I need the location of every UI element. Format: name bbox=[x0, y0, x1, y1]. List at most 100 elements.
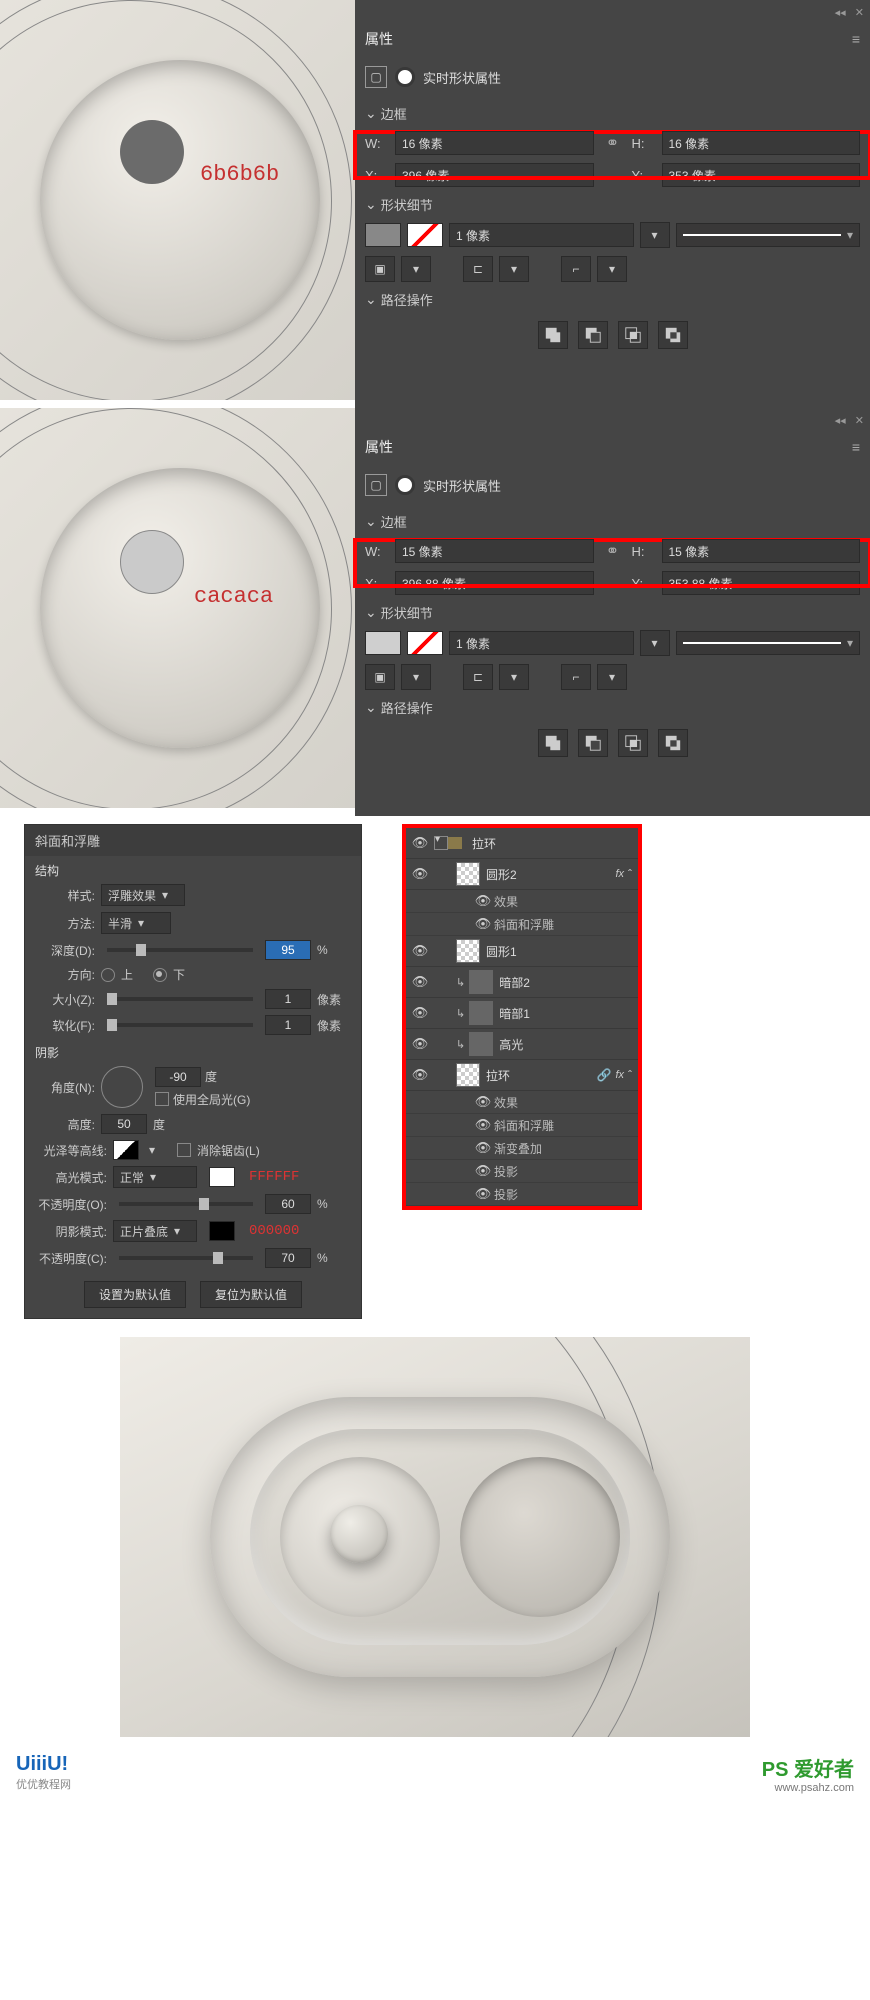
depth-slider[interactable] bbox=[107, 948, 253, 952]
mask-icon[interactable] bbox=[395, 475, 415, 495]
visibility-icon[interactable] bbox=[472, 893, 494, 909]
layer-name[interactable]: 圆形2 bbox=[480, 866, 615, 883]
align-stroke-icon[interactable]: ▣ bbox=[365, 256, 395, 282]
section-path-ops[interactable]: 路径操作 bbox=[365, 290, 860, 309]
stroke-swatch[interactable] bbox=[407, 631, 443, 655]
link-wh-icon[interactable]: ⚭ bbox=[600, 133, 626, 153]
visibility-icon[interactable] bbox=[406, 835, 434, 851]
link-wh-icon[interactable]: ⚭ bbox=[600, 541, 626, 561]
height-field[interactable]: 16 像素 bbox=[662, 131, 861, 155]
align-stroke-dd[interactable]: ▾ bbox=[401, 256, 431, 282]
layer-thumb[interactable] bbox=[469, 1032, 493, 1056]
layer-name[interactable]: 拉环 bbox=[480, 1067, 596, 1084]
style-select[interactable]: 浮雕效果▾ bbox=[101, 884, 185, 906]
highlight-opacity-slider[interactable] bbox=[119, 1202, 253, 1206]
effect-item[interactable]: 斜面和浮雕 bbox=[406, 913, 638, 936]
effects-row[interactable]: 效果 bbox=[406, 1091, 638, 1114]
visibility-icon[interactable] bbox=[406, 1036, 434, 1052]
global-light-checkbox[interactable] bbox=[155, 1092, 169, 1106]
align-stroke-icon[interactable]: ▣ bbox=[365, 664, 395, 690]
align-stroke-dd[interactable]: ▾ bbox=[401, 664, 431, 690]
layer-row[interactable]: 圆形1 bbox=[406, 936, 638, 967]
layer-thumb[interactable] bbox=[469, 970, 493, 994]
cap-icon[interactable]: ⊏ bbox=[463, 256, 493, 282]
shape-tool-icon[interactable]: ▢ bbox=[365, 474, 387, 496]
fill-swatch[interactable] bbox=[365, 631, 401, 655]
highlight-mode-select[interactable]: 正常▾ bbox=[113, 1166, 197, 1188]
cap-icon[interactable]: ⊏ bbox=[463, 664, 493, 690]
section-bounding-box[interactable]: 边框 bbox=[365, 104, 860, 123]
cap-dd[interactable]: ▾ bbox=[499, 664, 529, 690]
visibility-icon[interactable] bbox=[406, 1067, 434, 1083]
fx-badge[interactable]: fx bbox=[615, 1069, 628, 1081]
stroke-width-dropdown[interactable]: ▾ bbox=[640, 630, 670, 656]
layer-thumb[interactable] bbox=[456, 939, 480, 963]
effect-item[interactable]: 渐变叠加 bbox=[406, 1137, 638, 1160]
join-dd[interactable]: ▾ bbox=[597, 664, 627, 690]
dir-up-radio[interactable] bbox=[101, 968, 115, 982]
highlight-color-swatch[interactable] bbox=[209, 1167, 235, 1187]
mask-icon[interactable] bbox=[395, 67, 415, 87]
layer-thumb[interactable] bbox=[456, 1063, 480, 1087]
shape-tool-icon[interactable]: ▢ bbox=[365, 66, 387, 88]
visibility-icon[interactable] bbox=[472, 1094, 494, 1110]
soften-field[interactable]: 1 bbox=[265, 1015, 311, 1035]
shadow-mode-select[interactable]: 正片叠底▾ bbox=[113, 1220, 197, 1242]
layer-name[interactable]: 暗部2 bbox=[493, 974, 632, 991]
reset-default-button[interactable]: 复位为默认值 bbox=[200, 1281, 302, 1308]
collapse-arrows-icon[interactable]: ◂◂ ✕ bbox=[835, 6, 864, 19]
fill-swatch[interactable] bbox=[365, 223, 401, 247]
dir-down-radio[interactable] bbox=[153, 968, 167, 982]
layer-name[interactable]: 高光 bbox=[493, 1036, 632, 1053]
path-subtract-icon[interactable] bbox=[578, 321, 608, 349]
stroke-swatch[interactable] bbox=[407, 223, 443, 247]
path-unite-icon[interactable] bbox=[538, 321, 568, 349]
width-field[interactable]: 15 像素 bbox=[395, 539, 594, 563]
stroke-width-field[interactable]: 1 像素 bbox=[449, 631, 634, 655]
layer-row[interactable]: ↳高光 bbox=[406, 1029, 638, 1060]
stroke-width-dropdown[interactable]: ▾ bbox=[640, 222, 670, 248]
shadow-color-swatch[interactable] bbox=[209, 1221, 235, 1241]
visibility-icon[interactable] bbox=[472, 1140, 494, 1156]
join-icon[interactable]: ⌐ bbox=[561, 256, 591, 282]
visibility-icon[interactable] bbox=[472, 1186, 494, 1202]
visibility-icon[interactable] bbox=[406, 866, 434, 882]
stroke-style-select[interactable]: ▾ bbox=[676, 631, 861, 655]
panel-menu-icon[interactable]: ≡ bbox=[852, 439, 860, 455]
soften-slider[interactable] bbox=[107, 1023, 253, 1027]
layer-row[interactable]: ↳暗部2 bbox=[406, 967, 638, 998]
altitude-field[interactable]: 50 bbox=[101, 1114, 147, 1134]
link-icon[interactable]: 🔗 bbox=[596, 1068, 611, 1082]
width-field[interactable]: 16 像素 bbox=[395, 131, 594, 155]
panel-menu-icon[interactable]: ≡ bbox=[852, 31, 860, 47]
layer-name[interactable]: 圆形1 bbox=[480, 943, 632, 960]
join-icon[interactable]: ⌐ bbox=[561, 664, 591, 690]
layer-name[interactable]: 拉环 bbox=[466, 835, 632, 852]
effect-item[interactable]: 斜面和浮雕 bbox=[406, 1114, 638, 1137]
visibility-icon[interactable] bbox=[472, 1117, 494, 1133]
effect-item[interactable]: 投影 bbox=[406, 1160, 638, 1183]
stroke-style-select[interactable]: ▾ bbox=[676, 223, 861, 247]
layer-group-row[interactable]: 拉环 bbox=[406, 828, 638, 859]
layer-thumb[interactable] bbox=[456, 862, 480, 886]
folder-collapse-icon[interactable] bbox=[434, 836, 448, 850]
path-exclude-icon[interactable] bbox=[658, 321, 688, 349]
layer-thumb[interactable] bbox=[469, 1001, 493, 1025]
visibility-icon[interactable] bbox=[406, 1005, 434, 1021]
layer-row[interactable]: 圆形2 fxˆ bbox=[406, 859, 638, 890]
method-select[interactable]: 半滑▾ bbox=[101, 912, 171, 934]
set-default-button[interactable]: 设置为默认值 bbox=[84, 1281, 186, 1308]
shadow-opacity-field[interactable]: 70 bbox=[265, 1248, 311, 1268]
section-path-ops[interactable]: 路径操作 bbox=[365, 698, 860, 717]
visibility-icon[interactable] bbox=[472, 1163, 494, 1179]
layer-name[interactable]: 暗部1 bbox=[493, 1005, 632, 1022]
size-slider[interactable] bbox=[107, 997, 253, 1001]
highlight-opacity-field[interactable]: 60 bbox=[265, 1194, 311, 1214]
antialias-checkbox[interactable] bbox=[177, 1143, 191, 1157]
path-intersect-icon[interactable] bbox=[618, 729, 648, 757]
shadow-opacity-slider[interactable] bbox=[119, 1256, 253, 1260]
layer-row[interactable]: 拉环🔗fxˆ bbox=[406, 1060, 638, 1091]
gloss-contour-swatch[interactable] bbox=[113, 1140, 139, 1160]
path-exclude-icon[interactable] bbox=[658, 729, 688, 757]
angle-wheel[interactable] bbox=[101, 1066, 143, 1108]
